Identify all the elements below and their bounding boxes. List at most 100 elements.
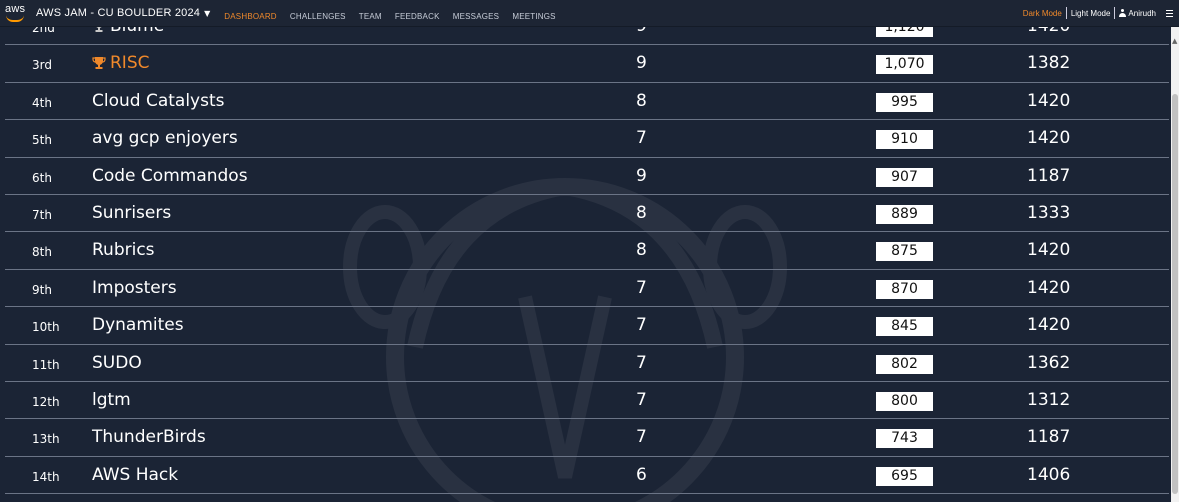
rank-label: 4th [32, 95, 52, 110]
challenges-solved: 8 [636, 90, 647, 111]
user-menu[interactable]: Anirudh [1119, 9, 1156, 18]
rank-label: 8th [32, 245, 52, 260]
challenges-solved: 8 [636, 202, 647, 223]
team-name-text: Blume [110, 27, 164, 36]
nav-messages[interactable]: MESSAGES [453, 12, 500, 21]
main-nav: DASHBOARD CHALLENGES TEAM FEEDBACK MESSA… [224, 4, 563, 23]
leaderboard-row: 7th Sunrisers 8 889 1333 [5, 195, 1169, 233]
team-name[interactable]: Imposters [92, 278, 177, 298]
aws-smile-icon [6, 15, 24, 22]
rank-label: 7th [32, 207, 52, 222]
time-value: 1382 [1027, 53, 1071, 74]
leaderboard-row: 11th SUDO 7 802 1362 [5, 345, 1169, 382]
score-badge: 800 [876, 391, 933, 411]
time-value: 1420 [1027, 90, 1071, 111]
event-title[interactable]: AWS JAM - CU BOULDER 2024 [36, 7, 200, 19]
team-name-text: RISC [110, 53, 150, 74]
trophy-icon [92, 27, 106, 33]
team-name-text: Rubrics [92, 240, 155, 261]
team-name-text: avg gcp enjoyers [92, 128, 238, 149]
team-name-text: ThunderBirds [92, 427, 206, 448]
team-name[interactable]: AWS Hack [92, 465, 178, 485]
leaderboard-row: 8th Rubrics 8 875 1420 [5, 232, 1169, 270]
rank-label: 3rd [32, 58, 52, 73]
challenges-solved: 9 [636, 53, 647, 74]
team-name[interactable]: Blume [92, 27, 164, 36]
leaderboard-rows: 2nd Blume 9 1,120 1420 3rd RISC 9 1,070 1382 4th Cl… [5, 27, 1169, 495]
team-name-text: SUDO [92, 352, 142, 373]
team-name[interactable]: Sunrisers [92, 203, 171, 223]
aws-logo[interactable]: aws [4, 3, 28, 23]
leaderboard-row: 5th avg gcp enjoyers 7 910 1420 [5, 120, 1169, 158]
score-badge: 845 [876, 317, 933, 337]
rank-label: 11th [32, 357, 60, 372]
nav-dashboard[interactable]: DASHBOARD [224, 12, 276, 21]
user-name: Anirudh [1128, 8, 1156, 18]
leaderboard-row: 12th lgtm 7 800 1312 [5, 382, 1169, 420]
rank-label: 5th [32, 133, 52, 148]
score-badge: 743 [876, 429, 933, 449]
leaderboard-row: 3rd RISC 9 1,070 1382 [5, 45, 1169, 83]
page-scrollbar[interactable]: ▲ [1171, 27, 1179, 502]
score-badge: 889 [876, 204, 933, 224]
challenges-solved: 7 [636, 277, 647, 298]
rank-label: 14th [32, 469, 60, 484]
time-value: 1406 [1027, 464, 1071, 485]
rank-label: 10th [32, 320, 60, 335]
leaderboard-row: 13th ThunderBirds 7 743 1187 [5, 419, 1169, 457]
team-name[interactable]: lgtm [92, 390, 131, 410]
team-name-text: lgtm [92, 389, 131, 410]
team-name[interactable]: SUDO [92, 353, 142, 373]
challenges-solved: 8 [636, 240, 647, 261]
team-name-text: Dynamites [92, 315, 184, 336]
team-name[interactable]: Rubrics [92, 240, 155, 260]
score-badge: 802 [876, 354, 933, 374]
challenges-solved: 9 [636, 165, 647, 186]
dark-mode-toggle[interactable]: Dark Mode [1023, 9, 1062, 18]
challenges-solved: 7 [636, 352, 647, 373]
aws-logo-text: aws [5, 3, 26, 15]
time-value: 1333 [1027, 202, 1071, 223]
challenges-solved: 7 [636, 315, 647, 336]
nav-meetings[interactable]: MEETINGS [512, 12, 555, 21]
challenges-solved: 7 [636, 128, 647, 149]
team-name-text: Code Commandos [92, 165, 248, 186]
header-right-controls: Dark Mode Light Mode Anirudh [1023, 7, 1173, 19]
time-value: 1420 [1027, 277, 1071, 298]
rank-label: 9th [32, 282, 52, 297]
rank-label: 13th [32, 432, 60, 447]
light-mode-toggle[interactable]: Light Mode [1071, 9, 1111, 18]
rank-label: 6th [32, 170, 52, 185]
rank-label: 12th [32, 394, 60, 409]
nav-challenges[interactable]: CHALLENGES [290, 12, 346, 21]
scroll-up-arrow-icon[interactable]: ▲ [1172, 37, 1177, 45]
time-value: 1312 [1027, 389, 1071, 410]
team-name[interactable]: Code Commandos [92, 166, 248, 186]
team-name[interactable]: Cloud Catalysts [92, 91, 225, 111]
leaderboard-row: 10th Dynamites 7 845 1420 [5, 307, 1169, 345]
team-name[interactable]: Dynamites [92, 315, 184, 335]
scrollbar-thumb[interactable] [1172, 94, 1178, 494]
team-name-text: AWS Hack [92, 464, 179, 485]
challenges-solved: 7 [636, 427, 647, 448]
leaderboard-row: 14th AWS Hack 6 695 1406 [5, 457, 1169, 495]
leaderboard: 2nd Blume 9 1,120 1420 3rd RISC 9 1,070 1382 4th Cl… [5, 27, 1169, 502]
time-value: 1420 [1027, 240, 1071, 261]
leaderboard-row: 6th Code Commandos 9 907 1187 [5, 158, 1169, 195]
time-value: 1187 [1027, 165, 1071, 186]
top-navbar: aws AWS JAM - CU BOULDER 2024 ▼ DASHBOAR… [0, 0, 1179, 27]
hamburger-menu-icon[interactable] [1166, 9, 1173, 17]
team-name[interactable]: avg gcp enjoyers [92, 128, 238, 148]
time-value: 1362 [1027, 352, 1071, 373]
nav-team[interactable]: TEAM [359, 12, 382, 21]
event-dropdown-caret-icon[interactable]: ▼ [204, 9, 210, 18]
team-name[interactable]: ThunderBirds [92, 427, 206, 447]
score-badge: 910 [876, 130, 933, 150]
challenges-solved: 6 [636, 464, 647, 485]
team-name[interactable]: RISC [92, 53, 150, 73]
score-badge: 695 [876, 466, 933, 486]
nav-feedback[interactable]: FEEDBACK [395, 12, 440, 21]
score-badge: 995 [876, 92, 933, 112]
leaderboard-row: 9th Imposters 7 870 1420 [5, 270, 1169, 308]
trophy-icon [92, 56, 106, 70]
